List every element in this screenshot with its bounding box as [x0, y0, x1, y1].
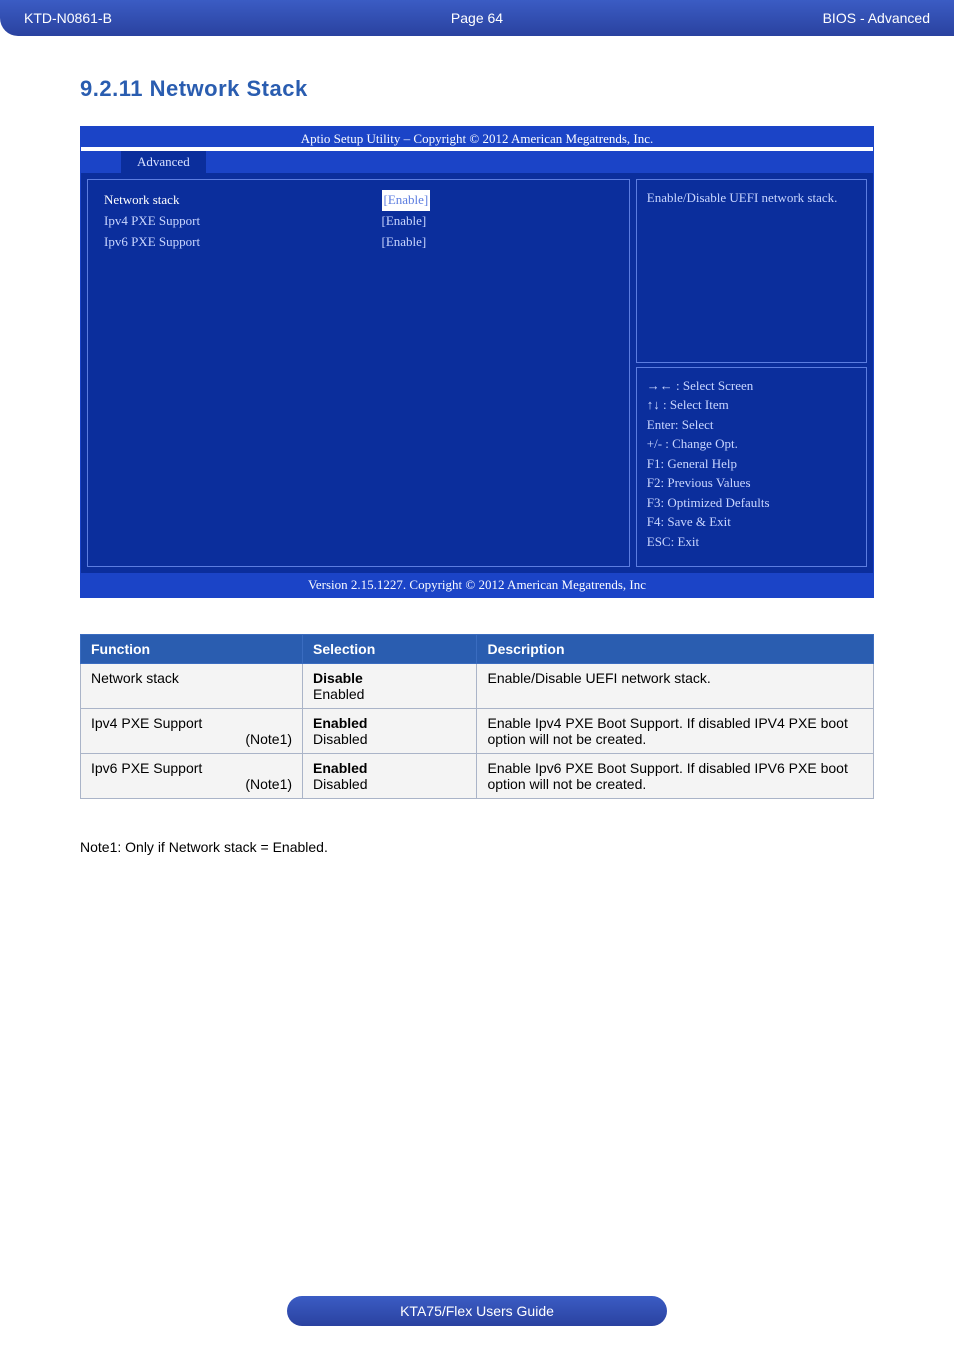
- legend-line: Enter: Select: [647, 415, 856, 435]
- table-cell-selection: Enabled Disabled: [303, 754, 477, 799]
- table-cell-function: Network stack: [81, 664, 303, 709]
- section-title: 9.2.11 Network Stack: [80, 76, 874, 102]
- selection-plain: Enabled: [313, 686, 364, 702]
- table-header: Selection: [303, 635, 477, 664]
- function-name: Ipv4 PXE Support: [91, 715, 202, 731]
- legend-line: F3: Optimized Defaults: [647, 493, 856, 513]
- bios-tab-advanced[interactable]: Advanced: [121, 151, 206, 173]
- function-note: (Note1): [91, 776, 292, 792]
- legend-line: F2: Previous Values: [647, 473, 856, 493]
- page-footer: KTA75/Flex Users Guide: [287, 1296, 667, 1326]
- note-text: Note1: Only if Network stack = Enabled.: [80, 839, 874, 855]
- table-row: Ipv4 PXE Support (Note1) Enabled Disable…: [81, 709, 874, 754]
- bios-item-label[interactable]: Network stack: [104, 190, 382, 211]
- selection-bold: Enabled: [313, 715, 367, 731]
- bios-settings-pane: Network stack Ipv4 PXE Support Ipv6 PXE …: [87, 179, 630, 567]
- page-header: KTD-N0861-B Page 64 BIOS - Advanced: [0, 0, 954, 36]
- function-name: Ipv6 PXE Support: [91, 760, 202, 776]
- header-doc-id: KTD-N0861-B: [24, 10, 326, 26]
- table-cell-function: Ipv6 PXE Support (Note1): [81, 754, 303, 799]
- legend-line: ↑↓ : Select Item: [647, 395, 856, 415]
- table-header: Function: [81, 635, 303, 664]
- selection-bold: Enabled: [313, 760, 367, 776]
- table-row: Network stack Disable Enabled Enable/Dis…: [81, 664, 874, 709]
- header-section: BIOS - Advanced: [628, 10, 930, 26]
- selection-plain: Disabled: [313, 731, 367, 747]
- bios-item-value[interactable]: [Enable]: [382, 232, 613, 253]
- legend-line: F4: Save & Exit: [647, 512, 856, 532]
- legend-line: ESC: Exit: [647, 532, 856, 552]
- table-cell-selection: Disable Enabled: [303, 664, 477, 709]
- bios-title: Aptio Setup Utility – Copyright © 2012 A…: [81, 127, 873, 147]
- settings-table: Function Selection Description Network s…: [80, 634, 874, 799]
- bios-tab-row: Advanced: [81, 151, 873, 173]
- legend-line: F1: General Help: [647, 454, 856, 474]
- bios-key-legend: →← : Select Screen ↑↓ : Select Item Ente…: [636, 367, 867, 567]
- selection-bold: Disable: [313, 670, 363, 686]
- bios-item-value[interactable]: [Enable]: [382, 211, 613, 232]
- table-cell-function: Ipv4 PXE Support (Note1): [81, 709, 303, 754]
- table-cell-description: Enable/Disable UEFI network stack.: [477, 664, 874, 709]
- table-cell-description: Enable Ipv6 PXE Boot Support. If disable…: [477, 754, 874, 799]
- legend-line: →← : Select Screen: [647, 376, 856, 396]
- header-page-number: Page 64: [326, 10, 628, 26]
- legend-line: +/- : Change Opt.: [647, 434, 856, 454]
- bios-item-value[interactable]: [Enable]: [382, 190, 431, 211]
- bios-item-label[interactable]: Ipv6 PXE Support: [104, 232, 382, 253]
- bios-help-description: Enable/Disable UEFI network stack.: [636, 179, 867, 363]
- function-name: Network stack: [91, 670, 179, 686]
- table-header-row: Function Selection Description: [81, 635, 874, 664]
- bios-body: Network stack Ipv4 PXE Support Ipv6 PXE …: [81, 173, 873, 573]
- function-note: (Note1): [91, 731, 292, 747]
- selection-plain: Disabled: [313, 776, 367, 792]
- table-header: Description: [477, 635, 874, 664]
- bios-help-pane: Enable/Disable UEFI network stack. →← : …: [636, 179, 867, 567]
- table-cell-description: Enable Ipv4 PXE Boot Support. If disable…: [477, 709, 874, 754]
- bios-item-label[interactable]: Ipv4 PXE Support: [104, 211, 382, 232]
- bios-footer: Version 2.15.1227. Copyright © 2012 Amer…: [81, 573, 873, 597]
- table-row: Ipv6 PXE Support (Note1) Enabled Disable…: [81, 754, 874, 799]
- page-content: 9.2.11 Network Stack Aptio Setup Utility…: [0, 36, 954, 855]
- table-cell-selection: Enabled Disabled: [303, 709, 477, 754]
- bios-panel: Aptio Setup Utility – Copyright © 2012 A…: [80, 126, 874, 598]
